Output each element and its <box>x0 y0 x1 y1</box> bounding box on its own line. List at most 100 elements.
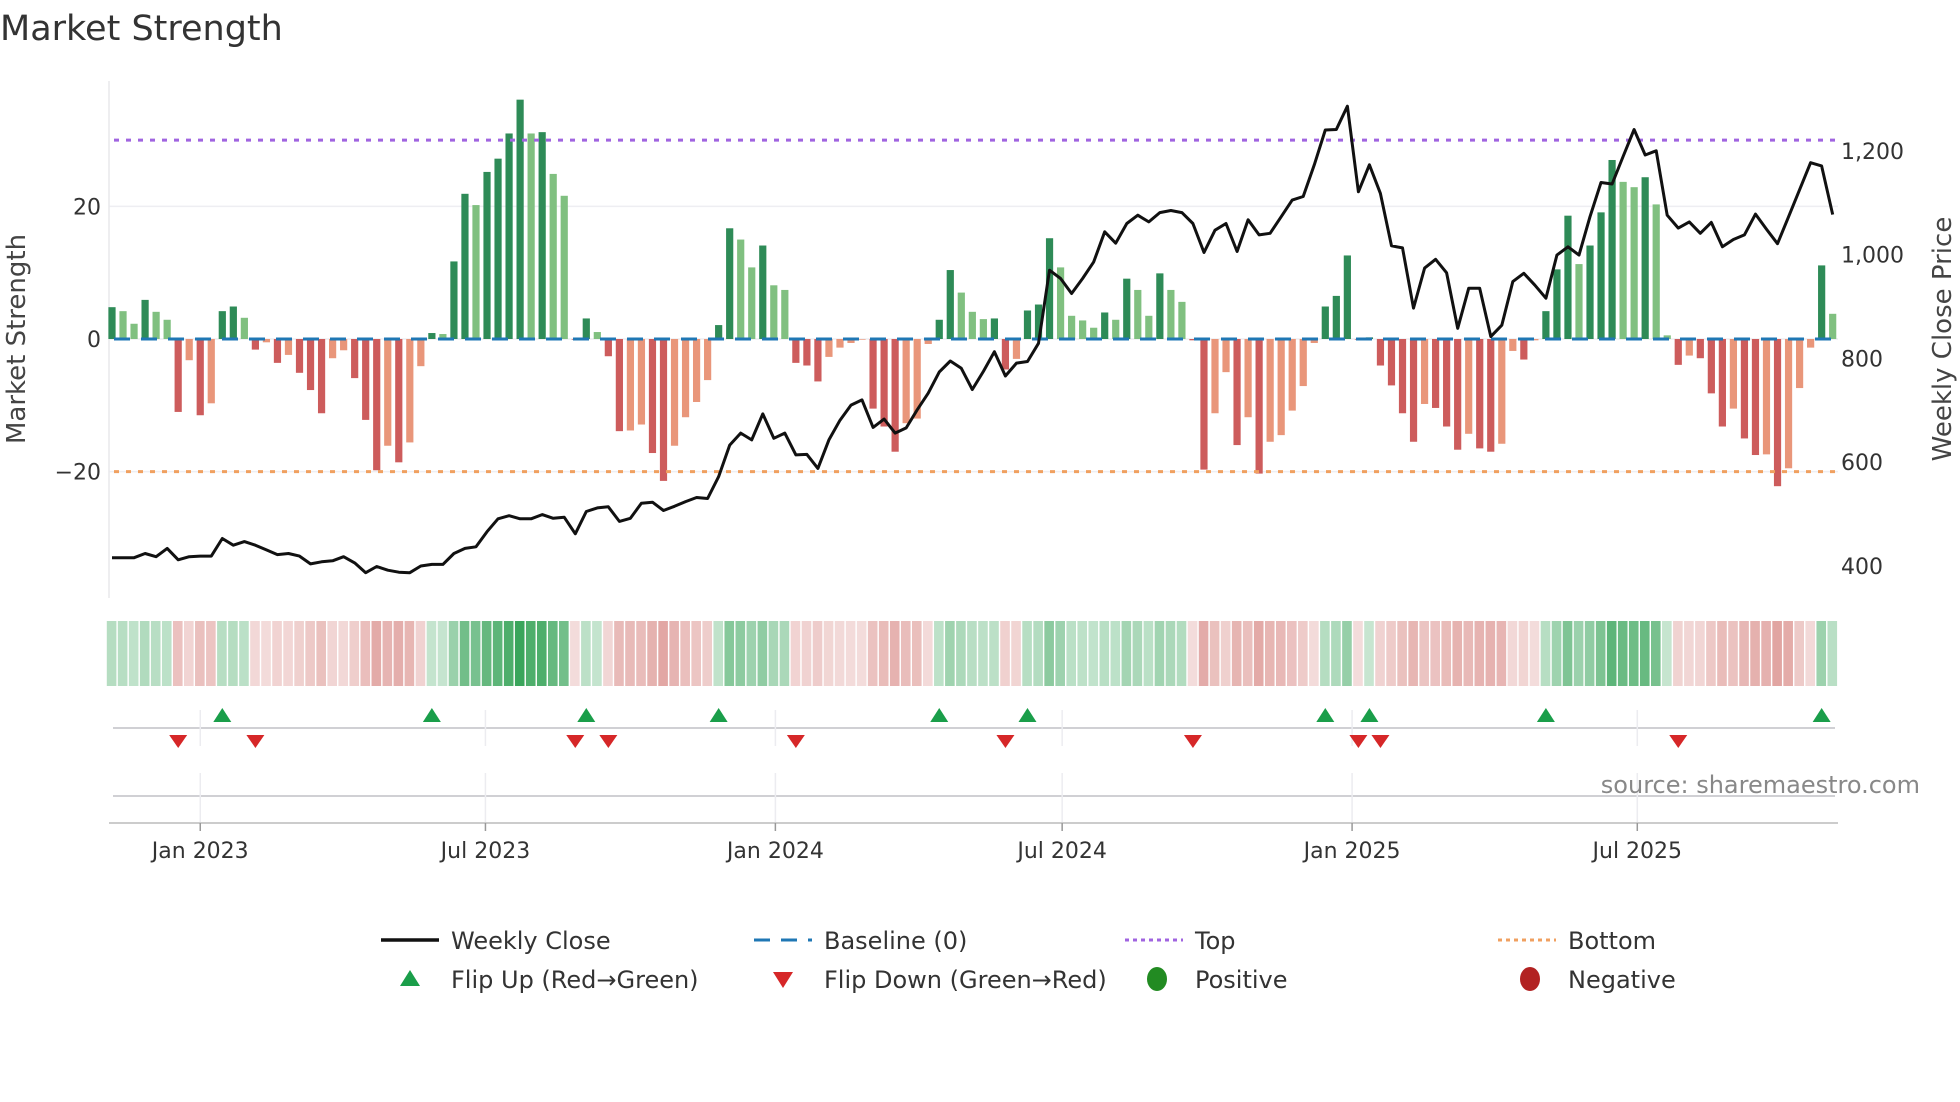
strength-bar <box>726 228 734 339</box>
strip-cell <box>1033 621 1043 686</box>
strip-cell <box>779 621 790 686</box>
strip-cell <box>1772 621 1782 686</box>
strength-bar <box>395 339 403 463</box>
flip-down-marker <box>566 735 585 748</box>
strip-cell <box>1419 621 1429 686</box>
strength-bar <box>538 132 546 339</box>
strip-cell <box>1110 621 1121 686</box>
strip-cell <box>757 621 768 686</box>
y2-tick-label: 400 <box>1841 555 1883 580</box>
strip-cell <box>1463 621 1474 686</box>
y2-tick-label: 1,000 <box>1841 244 1904 269</box>
strip-cell <box>1298 621 1308 686</box>
strength-bar <box>163 319 171 339</box>
legend-item-baseline: Baseline (0) <box>754 927 967 955</box>
strip-cell <box>283 621 293 686</box>
strength-bar <box>825 339 833 357</box>
strip-cell <box>1794 621 1804 686</box>
strip-cell <box>1198 621 1209 686</box>
legend-label: Baseline (0) <box>824 927 967 955</box>
legend-label: Top <box>1194 927 1236 955</box>
strength-bar <box>1244 339 1252 418</box>
strength-bar <box>1487 339 1495 452</box>
legend-item-flip-down: Flip Down (Green→Red) <box>773 966 1107 994</box>
strength-bar <box>1718 339 1726 427</box>
strength-bar <box>1465 339 1473 434</box>
strength-bars <box>108 99 1837 487</box>
strip-cell <box>1761 621 1771 686</box>
strength-bar <box>968 311 976 339</box>
strength-bar <box>108 307 116 339</box>
strip-cell <box>448 621 459 686</box>
strip-cell <box>1684 621 1694 686</box>
strip-cell <box>294 621 304 686</box>
strength-bar <box>207 339 215 404</box>
strip-cell <box>1253 621 1264 686</box>
strength-bar <box>1134 289 1142 339</box>
flip-down-marker <box>1183 735 1202 748</box>
strength-bar <box>1277 339 1285 436</box>
y2-axis-label: Weekly Close Price <box>1928 217 1958 462</box>
strip-cell <box>1309 621 1319 686</box>
strip-cell <box>1000 621 1010 686</box>
strip-cell <box>1717 621 1727 686</box>
strength-bar <box>1068 315 1076 339</box>
left-axis: 20 0 −20 Market Strength <box>2 195 101 485</box>
strength-bar <box>681 339 690 418</box>
legend-label: Bottom <box>1568 927 1656 955</box>
strip-cell <box>768 621 779 686</box>
flip-up-marker <box>1536 708 1555 722</box>
strip-cell <box>1011 621 1021 686</box>
strip-cell <box>823 621 834 686</box>
strength-bar <box>1795 339 1804 389</box>
strip-cell <box>978 621 988 686</box>
strip-cell <box>658 621 668 686</box>
strength-bar <box>472 205 480 339</box>
strength-bar <box>704 339 712 381</box>
strength-bar <box>1200 339 1208 470</box>
legend: Weekly Close Baseline (0) Top Bottom Flip Up… <box>381 927 1676 994</box>
strip-cell <box>1452 621 1463 686</box>
strength-bar <box>1454 339 1462 450</box>
strip-cell <box>856 621 867 686</box>
source-note: source: sharemaestro.com <box>1601 771 1920 799</box>
strip-cell <box>790 621 801 686</box>
y-axis-label: Market Strength <box>2 234 32 444</box>
strip-cell <box>1397 621 1407 686</box>
strength-bar <box>1751 339 1760 456</box>
strength-bar <box>1288 339 1296 411</box>
strength-bar <box>174 339 182 412</box>
legend-label: Weekly Close <box>451 927 611 955</box>
strength-bar <box>1619 181 1627 339</box>
strength-bar <box>781 289 789 339</box>
circle-icon <box>1520 967 1540 991</box>
strength-bar <box>218 311 226 339</box>
strip-cell <box>459 621 470 686</box>
strength-bar <box>229 306 237 339</box>
strength-bar <box>130 323 138 339</box>
strength-bar <box>505 133 513 339</box>
strength-bar <box>1398 339 1407 414</box>
strip-cell <box>702 621 713 686</box>
strip-cell <box>106 621 117 686</box>
strength-bar <box>880 339 888 427</box>
strip-cell <box>1783 621 1793 686</box>
strip-cell <box>1022 621 1032 686</box>
y2-tick-label: 800 <box>1841 347 1883 372</box>
strip-cell <box>724 621 735 686</box>
strip-cell <box>172 621 183 686</box>
legend-label: Flip Up (Red→Green) <box>451 966 699 994</box>
strip-cell <box>1264 621 1275 686</box>
strength-bar <box>1376 339 1385 366</box>
strip-cell <box>415 621 426 686</box>
strip-cell <box>581 621 591 686</box>
legend-item-close: Weekly Close <box>381 927 611 955</box>
strength-bar <box>648 339 657 454</box>
strip-cell <box>1584 621 1595 686</box>
strip-cell <box>1485 621 1496 686</box>
strength-bar <box>1211 339 1219 414</box>
strip-cell <box>889 621 900 686</box>
strip-cell <box>360 621 371 686</box>
strip-cell <box>680 621 690 686</box>
strength-bar <box>946 270 954 339</box>
